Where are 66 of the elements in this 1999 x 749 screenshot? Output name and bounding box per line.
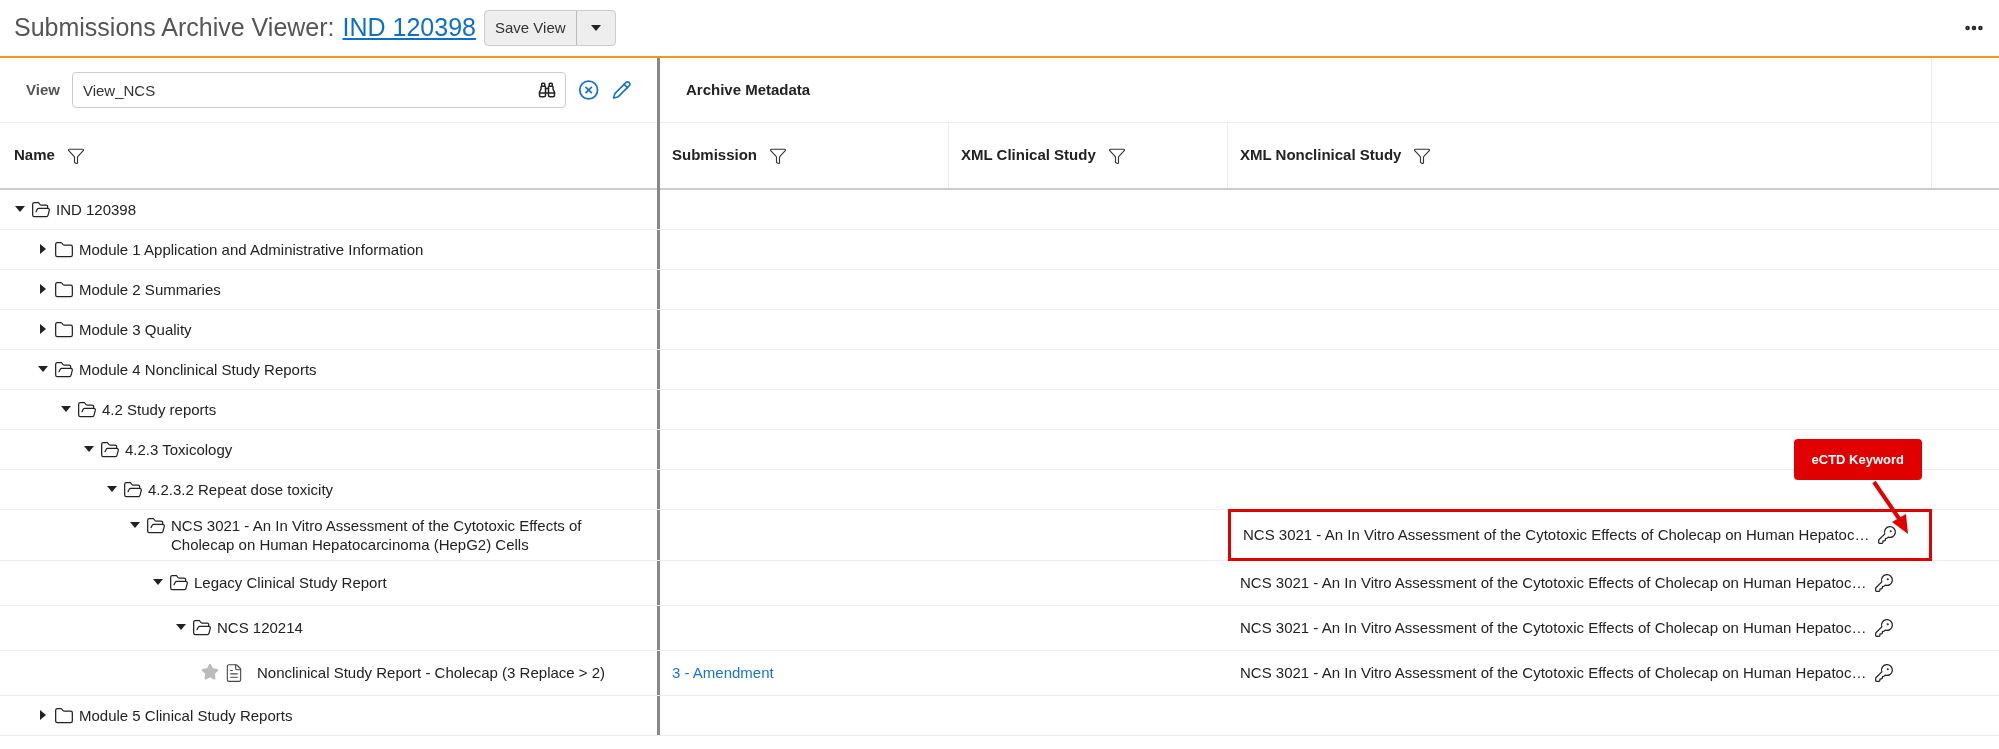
tree-item[interactable]: Module 5 Clinical Study Reports (79, 705, 293, 725)
filter-icon[interactable] (1107, 146, 1126, 165)
study-title: NCS 3021 - An In Vitro Assessment of the Cytotoxic Effects of Cholecap on Human Hepatoc… (1240, 617, 1867, 638)
tree-item[interactable]: Nonclinical Study Report - Cholecap (3 Replace > 2) (257, 663, 606, 682)
binoculars-icon[interactable] (538, 81, 557, 99)
study-title: NCS 3021 - An In Vitro Assessment of the Cytotoxic Effects of Cholecap on Human Hepatoc… (1240, 662, 1867, 683)
tree-item[interactable]: Module 4 Nonclinical Study Reports (79, 359, 317, 379)
tree-item[interactable]: Module 2 Summaries (79, 279, 221, 299)
tree-item[interactable]: 4.2.3 Toxicology (125, 439, 233, 459)
submission-link[interactable]: 3 - Amendment (672, 661, 774, 685)
tree-item[interactable]: 4.2.3.2 Repeat dose toxicity (148, 479, 334, 499)
tree-item[interactable]: IND 120398 (56, 199, 137, 219)
folder-icon (54, 239, 74, 260)
tree-item[interactable]: 4.2 Study reports (102, 399, 217, 419)
caret-right-icon[interactable] (40, 283, 46, 294)
folder-icon (54, 279, 74, 300)
open-folder-icon (54, 359, 74, 380)
caret-right-icon[interactable] (40, 709, 46, 720)
page-title: Submissions Archive Viewer: (14, 12, 335, 44)
open-folder-icon (100, 439, 120, 460)
filter-icon[interactable] (769, 146, 787, 165)
caret-down-icon[interactable] (38, 365, 48, 372)
caret-down-icon[interactable] (176, 624, 186, 630)
caret-down-icon[interactable] (15, 205, 25, 212)
caret-down-icon[interactable] (84, 445, 94, 452)
key-icon[interactable] (1874, 618, 1895, 638)
column-header: Name (14, 145, 55, 166)
open-folder-icon (123, 479, 143, 500)
clear-icon[interactable] (578, 79, 600, 101)
open-folder-icon (192, 618, 212, 638)
open-folder-icon (146, 516, 166, 536)
caret-right-icon[interactable] (40, 243, 46, 254)
caret-down-icon (590, 25, 601, 31)
view-field[interactable]: View_NCS (71, 72, 567, 108)
view-label: View (26, 79, 60, 100)
callout-label: eCTD Keyword (1793, 438, 1922, 480)
caret-down-icon[interactable] (107, 485, 117, 492)
folder-icon (54, 705, 74, 726)
filter-icon[interactable] (1413, 146, 1432, 165)
caret-down-icon[interactable] (153, 579, 163, 585)
tree-item[interactable]: Legacy Clinical Study Report (194, 573, 387, 592)
open-folder-icon (169, 573, 189, 593)
caret-down-icon[interactable] (61, 405, 71, 412)
document-icon (224, 663, 244, 683)
open-folder-icon (77, 399, 97, 420)
folder-icon (54, 319, 74, 340)
key-icon[interactable] (1874, 663, 1895, 683)
caret-right-icon[interactable] (40, 323, 46, 334)
column-header: XML Nonclinical Study (1240, 145, 1402, 166)
tree-item[interactable]: Module 3 Quality (79, 319, 192, 339)
column-header: Submission (672, 145, 757, 166)
key-icon[interactable] (1877, 525, 1898, 545)
star-icon[interactable] (201, 663, 219, 681)
tree-item[interactable]: Module 1 Application and Administrative Information (79, 239, 424, 259)
tree-item[interactable]: NCS 120214 (217, 618, 303, 637)
filter-icon[interactable] (66, 146, 85, 165)
study-title: NCS 3021 - An In Vitro Assessment of the Cytotoxic Effects of Cholecap on Human Hepatoc… (1243, 524, 1870, 545)
key-icon[interactable] (1874, 573, 1895, 593)
caret-down-icon[interactable] (130, 522, 140, 528)
column-header: XML Clinical Study (961, 145, 1096, 166)
study-title: NCS 3021 - An In Vitro Assessment of the Cytotoxic Effects of Cholecap on Human Hepatoc… (1240, 572, 1867, 593)
edit-icon[interactable] (611, 80, 631, 100)
record-link[interactable]: IND 120398 (342, 9, 476, 47)
open-folder-icon (31, 199, 51, 220)
section-title: Archive Metadata (686, 79, 811, 100)
tree-item[interactable]: NCS 3021 - An In Vitro Assessment of the Cytotoxic Effects of Cholecap on Human Hepatocarcinoma (HepG2) Cells (171, 516, 601, 554)
